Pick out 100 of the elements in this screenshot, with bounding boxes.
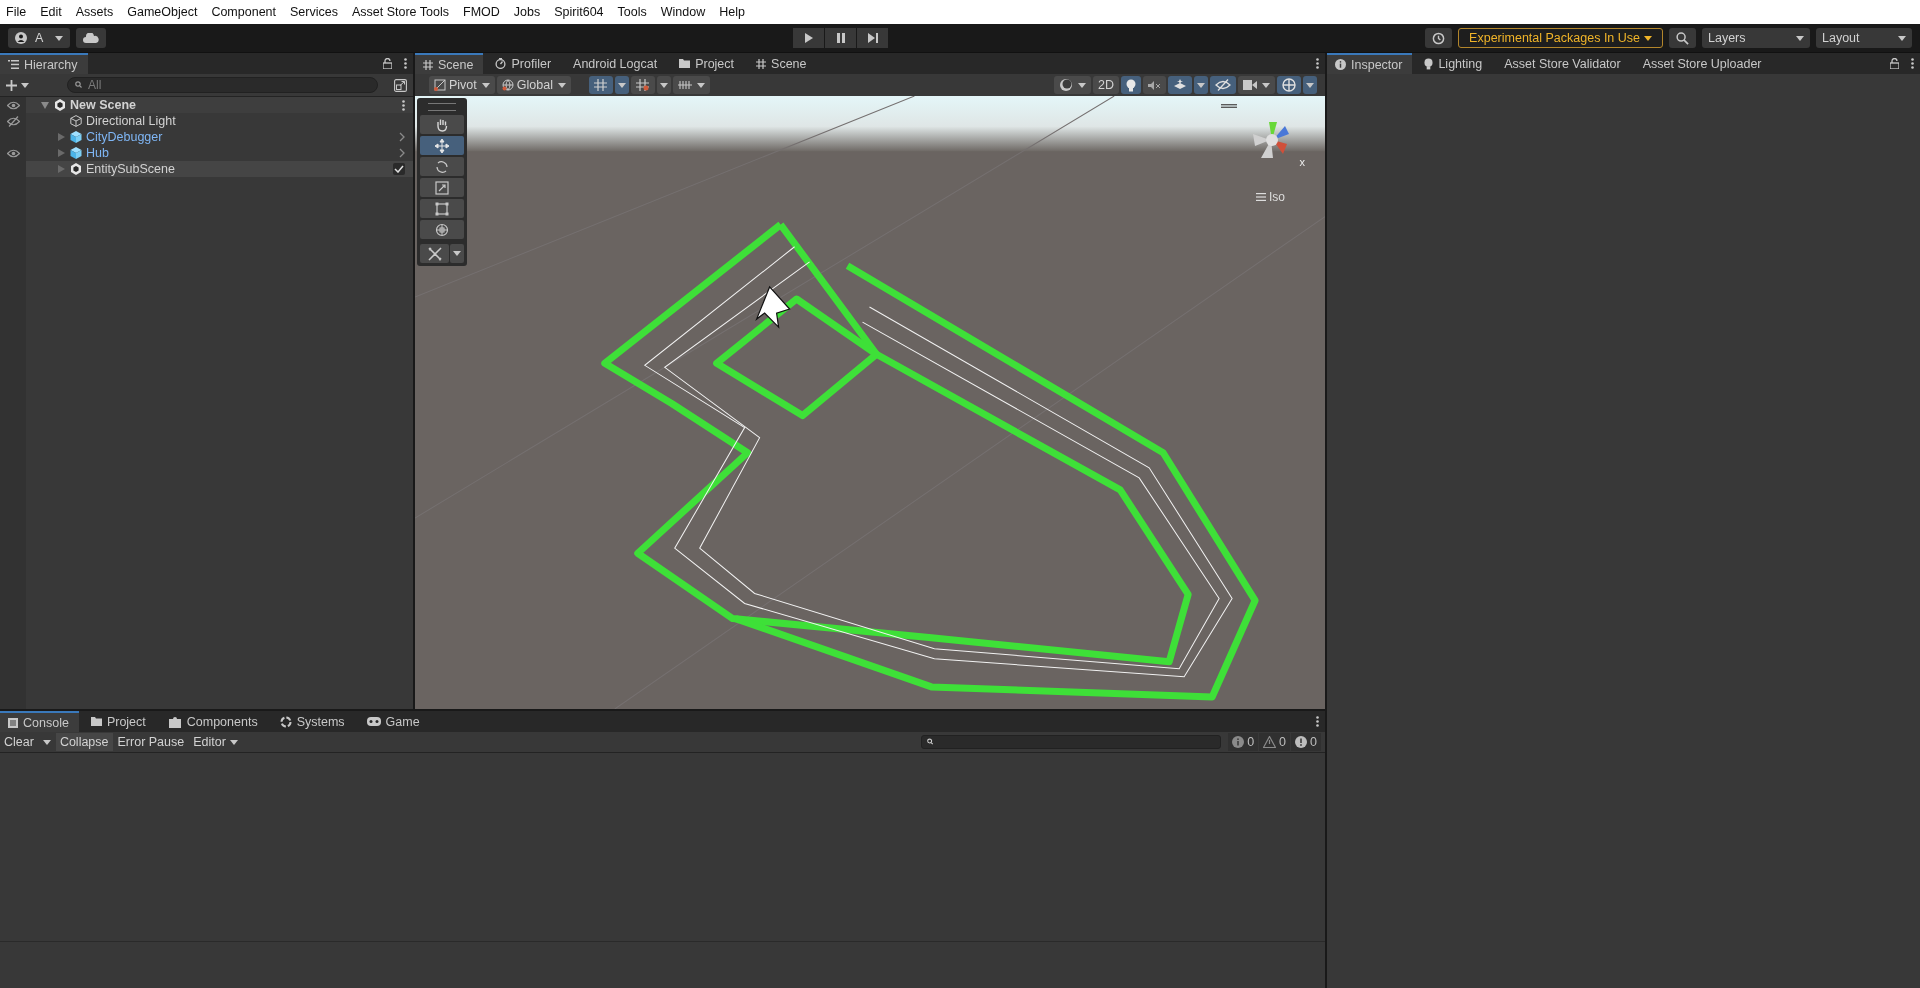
gizmos-dropdown[interactable] [1303,76,1317,94]
global-dropdown[interactable]: Global [496,76,571,94]
snap-dropdown[interactable] [656,76,671,94]
editor-dropdown[interactable]: Editor [189,733,242,751]
light-bulb-icon [1424,57,1434,70]
collapse-toggle[interactable]: Collapse [55,733,113,751]
menu-item[interactable]: Component [211,5,276,19]
hand-tool[interactable] [420,115,464,134]
menu-item[interactable]: Spirit604 [554,5,604,19]
2d-toggle[interactable]: 2D [1093,76,1119,94]
menu-item[interactable]: Window [660,5,706,19]
hierarchy-item[interactable]: New Scene [70,98,136,112]
menu-item[interactable]: Asset Store Tools [351,5,449,19]
scene-search-icon[interactable] [394,78,407,92]
hierarchy-tab[interactable]: Hierarchy [0,53,88,74]
grid-snap-button[interactable] [588,76,613,94]
transform-tool[interactable] [420,220,464,239]
scene-tab[interactable]: Project [671,53,745,74]
console-tab[interactable]: Components [159,711,268,732]
menu-item[interactable]: Tools [617,5,647,19]
custom-tools-dropdown[interactable] [450,244,464,263]
console-tab[interactable]: Project [82,711,156,732]
clear-button[interactable]: Clear [0,733,38,751]
lighting-toggle[interactable] [1121,76,1141,94]
eye-icon[interactable] [6,148,20,158]
menu-item[interactable]: File [6,5,27,19]
menu-item[interactable]: Edit [40,5,62,19]
cloud-button[interactable] [76,28,107,48]
error-pause-toggle[interactable]: Error Pause [113,733,189,751]
inspector-tab[interactable]: Asset Store Validator [1496,53,1631,74]
menu-item[interactable]: Jobs [513,5,541,19]
eye-icon[interactable] [6,100,20,110]
inspector-tab[interactable]: Inspector [1327,53,1413,74]
layout-dropdown[interactable]: Layout [1816,28,1912,48]
menu-item[interactable]: Help [719,5,745,19]
increment-snap-button[interactable] [630,76,655,94]
drag-handle[interactable] [428,103,456,111]
grid-magnet-icon [635,79,650,91]
pivot-dropdown[interactable]: Pivot [429,76,495,94]
warning-count-toggle[interactable]: 0 [1259,733,1291,751]
hierarchy-item[interactable]: Directional Light [86,114,176,128]
scale-tool[interactable] [420,178,464,197]
account-button[interactable]: A [8,28,71,48]
crossed-eye-icon[interactable] [6,115,20,127]
more-icon[interactable] [402,99,405,111]
hash-icon [423,59,433,70]
shading-dropdown[interactable] [1054,76,1091,94]
visibility-toggle[interactable] [1210,76,1236,94]
inspector-tab[interactable]: Lighting [1416,53,1493,74]
hierarchy-item[interactable]: EntitySubScene [86,162,175,176]
scene-tab[interactable]: Scene [748,53,817,74]
camera-dropdown[interactable] [1238,76,1275,94]
custom-tools-button[interactable] [420,244,449,263]
scene-tab[interactable]: Profiler [487,53,562,74]
step-button[interactable] [857,28,889,48]
crossed-eye-icon [1215,79,1231,91]
menu-item[interactable]: Services [290,5,338,19]
console-tab[interactable]: Systems [271,711,355,732]
search-icon [927,738,936,746]
effects-button[interactable] [1168,76,1192,94]
more-icon[interactable] [1316,716,1319,727]
scene-tab[interactable]: Android Logcat [565,53,668,74]
more-icon[interactable] [1911,58,1914,69]
menu-item[interactable]: FMOD [463,5,500,19]
effects-dropdown[interactable] [1194,76,1208,94]
checkbox[interactable] [393,163,405,175]
lock-icon[interactable] [1890,58,1899,69]
add-button[interactable] [6,79,29,91]
more-icon[interactable] [1316,58,1319,69]
projection-toggle[interactable]: Iso [1256,190,1285,204]
stopwatch-icon [495,58,507,69]
search-button[interactable] [1669,28,1696,48]
scene-tab[interactable]: Scene [415,53,484,74]
console-search-field[interactable] [921,735,1222,749]
error-count-toggle[interactable]: 0 [1291,733,1321,751]
console-tab[interactable]: Console [0,711,79,732]
ruler-dropdown[interactable] [672,76,710,94]
expanded-arrow-icon[interactable] [41,101,49,109]
rect-tool[interactable] [420,199,464,218]
hierarchy-item[interactable]: Hub [86,146,109,160]
hierarchy-item[interactable]: CityDebugger [86,130,163,144]
rotate-tool[interactable] [420,157,464,176]
audio-toggle[interactable] [1143,76,1166,94]
play-button[interactable] [793,28,825,48]
info-count-toggle[interactable]: 0 [1228,733,1259,751]
gizmos-button[interactable] [1277,76,1301,94]
lock-icon[interactable] [383,58,392,69]
pause-button[interactable] [825,28,857,48]
search-field[interactable]: All [67,77,378,93]
menu-item[interactable]: GameObject [127,5,198,19]
overlay-menu-icon[interactable] [1221,104,1237,108]
more-icon[interactable] [404,58,407,69]
menu-item[interactable]: Assets [75,5,114,19]
console-tab[interactable]: Game [358,711,430,732]
grid-dropdown[interactable] [614,76,629,94]
layers-dropdown[interactable]: Layers [1702,28,1810,48]
inspector-tab[interactable]: Asset Store Uploader [1634,53,1772,74]
experimental-packages-button[interactable]: Experimental Packages In Use [1458,28,1663,48]
move-tool[interactable] [420,136,464,155]
history-button[interactable] [1425,28,1453,48]
